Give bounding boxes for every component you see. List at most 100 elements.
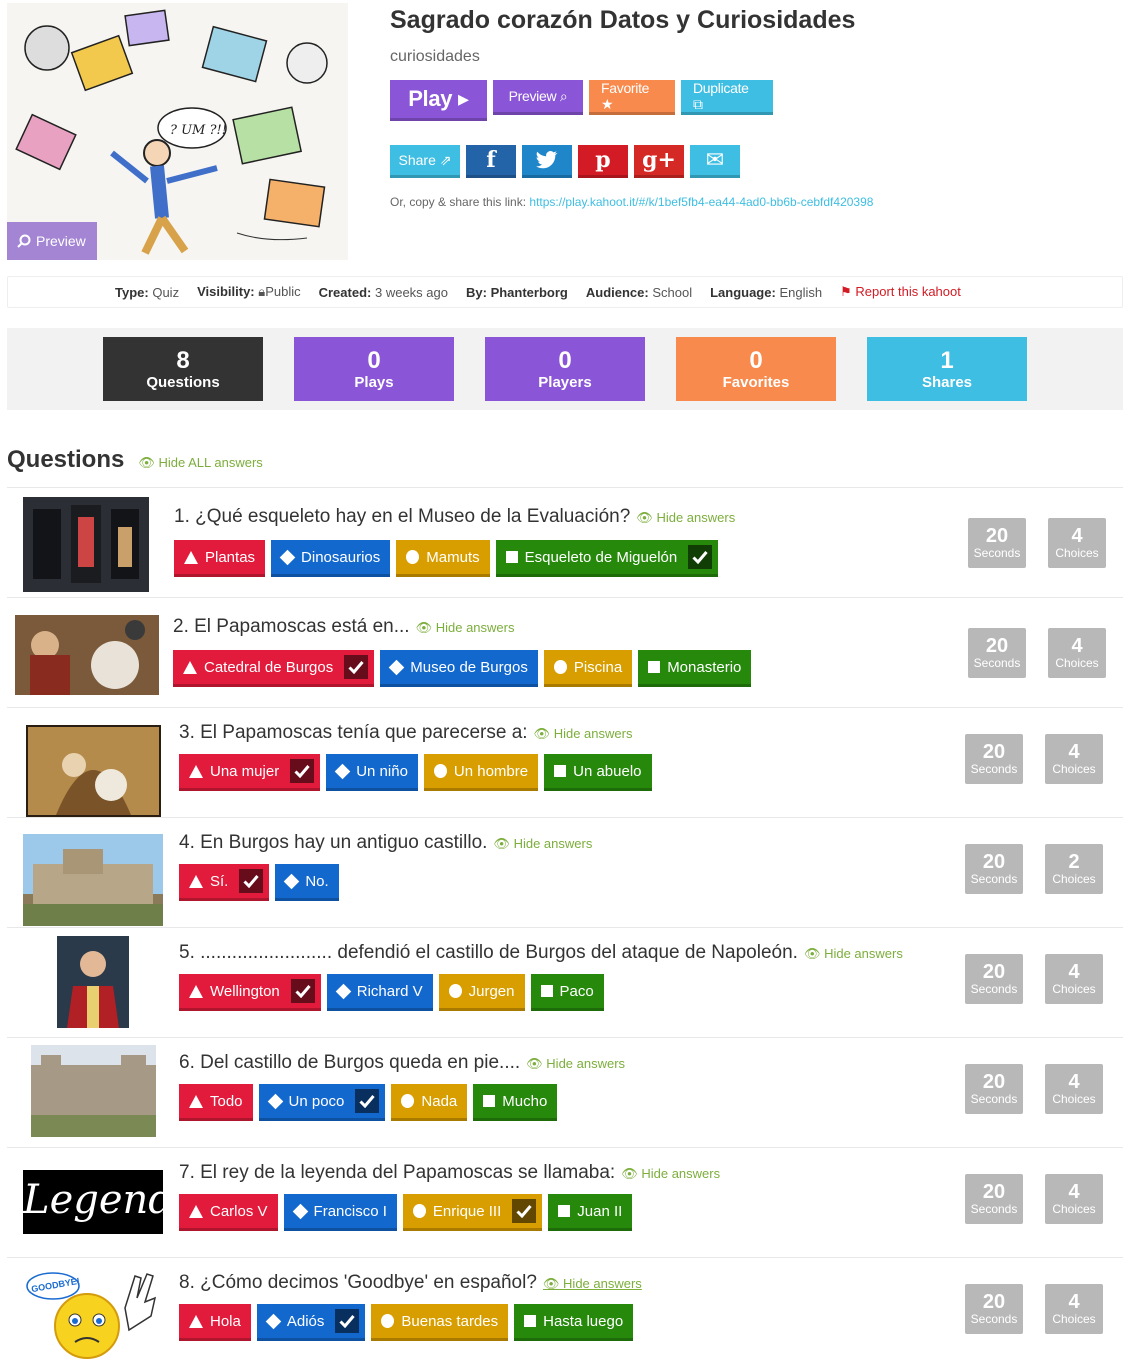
- cover-preview-button[interactable]: Preview: [7, 222, 97, 260]
- answer-green[interactable]: Esqueleto de Miguelón: [495, 540, 719, 577]
- answer-label: Carlos V: [210, 1202, 268, 1220]
- answer-red[interactable]: Una mujer: [179, 754, 321, 791]
- circle-icon: [406, 550, 420, 564]
- question-list: 1. ¿Qué esqueleto hay en el Museo de la …: [7, 487, 1123, 1367]
- duplicate-button[interactable]: Duplicate ⧉: [681, 80, 773, 115]
- eye-slash-icon: 👁︎: [526, 1056, 543, 1071]
- hide-answers-link[interactable]: 👁︎ Hide answers: [493, 836, 592, 851]
- triangle-icon: [189, 764, 203, 778]
- seconds-label: Seconds: [970, 1202, 1018, 1216]
- answer-label: Adiós: [286, 1312, 325, 1330]
- check-icon: [344, 655, 369, 679]
- seconds-value: 20: [982, 1181, 1006, 1203]
- share-link[interactable]: https://play.kahoot.it/#/k/1bef5fb4-ea44…: [529, 195, 873, 209]
- email-icon[interactable]: ✉: [690, 145, 740, 178]
- report-link[interactable]: ⚑ Report this kahoot: [840, 284, 961, 300]
- hide-answers-link[interactable]: 👁︎ Hide answers: [621, 1166, 720, 1181]
- answer-yellow[interactable]: Mamuts: [396, 540, 490, 577]
- answer-blue[interactable]: Adiós: [256, 1304, 366, 1341]
- answer-label: Richard V: [356, 982, 423, 1000]
- answer-yellow[interactable]: Enrique III: [402, 1194, 543, 1231]
- hide-all-answers-link[interactable]: 👁︎ Hide ALL answers: [138, 455, 262, 471]
- time-limit-badge: 20 Seconds: [968, 628, 1026, 678]
- hide-answers-link[interactable]: 👁︎ Hide answers: [636, 510, 735, 525]
- answer-blue[interactable]: Un niño: [326, 754, 418, 791]
- answer-green[interactable]: Juan II: [548, 1194, 633, 1231]
- answer-label: Un poco: [288, 1092, 345, 1110]
- answer-green[interactable]: Mucho: [473, 1084, 558, 1121]
- answer-blue[interactable]: Richard V: [326, 974, 433, 1011]
- diamond-icon: [292, 1203, 308, 1219]
- answer-red[interactable]: Wellington: [179, 974, 321, 1011]
- kahoot-header: ? UM ?!! Preview Sagrado corazón Datos y…: [0, 0, 1123, 265]
- seconds-label: Seconds: [970, 762, 1018, 776]
- triangle-icon: [183, 660, 197, 674]
- seconds-label: Seconds: [970, 1092, 1018, 1106]
- answer-blue[interactable]: Un poco: [258, 1084, 386, 1121]
- choices-badge: 4 Choices: [1045, 1174, 1103, 1224]
- play-button[interactable]: Play ▸: [390, 80, 487, 121]
- answer-green[interactable]: Hasta luego: [514, 1304, 634, 1341]
- question-thumbnail: GOODBYE!: [25, 1268, 162, 1360]
- answer-red[interactable]: Hola: [179, 1304, 251, 1341]
- answer-yellow[interactable]: Un hombre: [423, 754, 539, 791]
- question-row: 1. ¿Qué esqueleto hay en el Museo de la …: [7, 487, 1123, 597]
- hide-answers-link[interactable]: 👁︎ Hide answers: [526, 1056, 625, 1071]
- hide-answers-link[interactable]: 👁︎ Hide answers: [804, 946, 903, 961]
- answer-blue[interactable]: Francisco I: [283, 1194, 397, 1231]
- kahoot-meta-bar: Type: Quiz Visibility: 🔒︎Public Created:…: [7, 276, 1123, 308]
- diamond-icon: [279, 549, 296, 565]
- answer-yellow[interactable]: Piscina: [543, 650, 633, 687]
- hide-answers-link[interactable]: 👁︎ Hide answers: [416, 620, 515, 635]
- choices-label: Choices: [1052, 762, 1096, 776]
- square-icon: [483, 1095, 496, 1107]
- answer-red[interactable]: Sí.: [179, 864, 270, 901]
- seconds-label: Seconds: [970, 872, 1018, 886]
- hide-answers-link[interactable]: 👁︎ Hide answers: [534, 726, 633, 741]
- answer-label: Monasterio: [667, 658, 742, 676]
- share-button[interactable]: Share ⇗: [390, 145, 460, 178]
- answer-green[interactable]: Paco: [530, 974, 604, 1011]
- answer-blue[interactable]: No.: [275, 864, 339, 901]
- answer-list: Todo Un poco Nada Mucho: [179, 1084, 558, 1121]
- square-icon: [540, 985, 553, 997]
- meta-audience: Audience: School: [585, 284, 693, 300]
- cover-image[interactable]: ? UM ?!! Preview: [7, 3, 348, 260]
- hide-answers-link[interactable]: 👁︎ Hide answers: [543, 1276, 642, 1291]
- question-text: 6. Del castillo de Burgos queda en pie..…: [179, 1052, 625, 1074]
- answer-blue[interactable]: Museo de Burgos: [380, 650, 538, 687]
- triangle-icon: [189, 984, 203, 998]
- facebook-icon[interactable]: f: [466, 145, 516, 178]
- choices-value: 4: [1068, 1071, 1080, 1093]
- answer-red[interactable]: Todo: [179, 1084, 253, 1121]
- choices-badge: 4 Choices: [1045, 1284, 1103, 1334]
- answer-label: Juan II: [577, 1202, 623, 1220]
- answer-green[interactable]: Monasterio: [638, 650, 752, 687]
- answer-label: Un abuelo: [573, 762, 642, 780]
- question-label: 4. En Burgos hay un antiguo castillo.: [179, 832, 488, 853]
- answer-label: Hasta luego: [543, 1312, 624, 1330]
- seconds-label: Seconds: [970, 982, 1018, 996]
- kahoot-title: Sagrado corazón Datos y Curiosidades: [390, 6, 856, 34]
- answer-label: Un niño: [356, 762, 408, 780]
- triangle-icon: [189, 874, 203, 888]
- meta-type: Type: Quiz: [115, 284, 180, 300]
- google-plus-icon[interactable]: g+: [634, 145, 684, 178]
- answer-red[interactable]: Catedral de Burgos: [173, 650, 375, 687]
- twitter-icon[interactable]: [522, 145, 572, 178]
- answer-red[interactable]: Carlos V: [179, 1194, 278, 1231]
- eye-slash-icon: 👁︎: [803, 946, 821, 961]
- triangle-icon: [184, 550, 198, 564]
- preview-button[interactable]: Preview ⌕: [493, 80, 583, 115]
- answer-label: Museo de Burgos: [410, 658, 528, 676]
- pinterest-icon[interactable]: p: [578, 145, 628, 178]
- answer-green[interactable]: Un abuelo: [544, 754, 652, 791]
- answer-yellow[interactable]: Jurgen: [438, 974, 525, 1011]
- answer-yellow[interactable]: Nada: [391, 1084, 468, 1121]
- answer-yellow[interactable]: Buenas tardes: [371, 1304, 509, 1341]
- answer-label: Sí.: [210, 872, 229, 890]
- answer-red[interactable]: Plantas: [174, 540, 266, 577]
- circle-icon: [381, 1314, 395, 1328]
- answer-blue[interactable]: Dinosaurios: [271, 540, 391, 577]
- favorite-button[interactable]: Favorite ★: [589, 80, 675, 115]
